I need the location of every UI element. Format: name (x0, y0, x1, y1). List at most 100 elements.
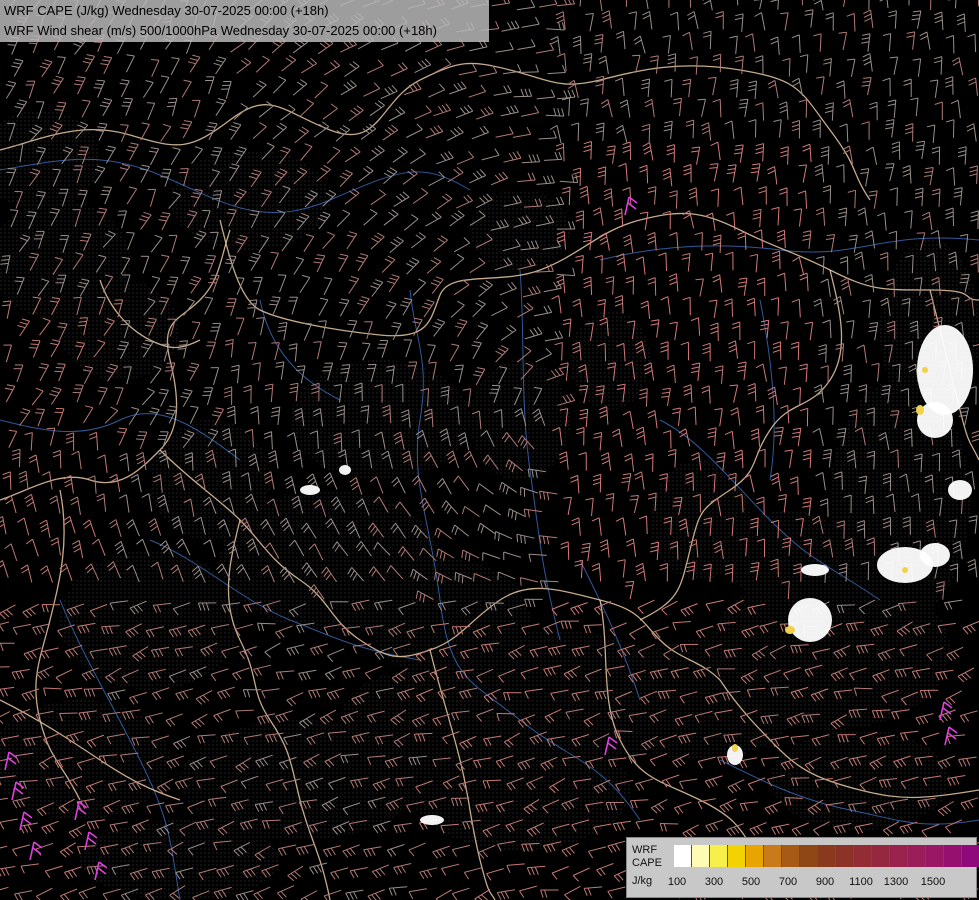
wind-barb-staff (59, 450, 62, 469)
wind-barb-staff (648, 124, 651, 143)
wind-barb-staff (865, 384, 867, 403)
wind-barb-flag (54, 370, 63, 373)
wind-barb-flag (26, 214, 35, 217)
stipple-area (470, 190, 570, 270)
wind-barb-flag (248, 342, 257, 344)
wind-barb-flag (207, 255, 216, 257)
wind-barb-flag (7, 168, 16, 170)
wind-barb-flag (697, 98, 706, 101)
wind-barb-staff (797, 342, 800, 361)
wind-barb-flag (497, 571, 499, 580)
wind-barb-staff (777, 520, 780, 539)
wind-barb-staff (234, 449, 237, 468)
wind-barb-flag (6, 171, 15, 174)
wind-barb-flag (461, 575, 464, 584)
wind-barb-staff (827, 498, 829, 517)
wind-barb-flag (124, 97, 133, 100)
wind-barb-staff (604, 343, 607, 362)
wind-barb-flag (36, 408, 45, 410)
wind-barb-flag (213, 190, 222, 192)
wind-barb-flag (249, 299, 258, 302)
wind-barb-flag (164, 370, 173, 372)
wind-barb-staff (692, 120, 695, 139)
map-canvas (0, 0, 979, 900)
wind-barb-flag (93, 87, 102, 89)
wind-barb-flag (455, 364, 464, 367)
wind-barb-flag (885, 167, 894, 169)
wind-barb-flag (228, 255, 237, 257)
wind-barb-staff (9, 471, 12, 490)
wind-barb-flag (247, 307, 256, 309)
wind-barb-flag (959, 281, 968, 284)
wind-barb-staff (579, 167, 582, 187)
wind-barb-staff (873, 537, 876, 556)
wind-barb-staff (646, 515, 648, 535)
wind-barb-flag (885, 163, 895, 165)
wind-barb-flag (961, 273, 970, 276)
wind-barb-flag (121, 105, 130, 107)
wind-barb-staff (561, 342, 563, 361)
wind-barb-flag (166, 105, 175, 108)
stipple-area (770, 730, 950, 830)
wind-barb-staff (787, 146, 789, 165)
wind-barb-flag (31, 339, 41, 342)
wind-barb-flag (14, 280, 23, 283)
wind-barb-staff (580, 36, 582, 55)
wind-barb-flag (516, 534, 519, 543)
wind-barb-staff (709, 31, 712, 50)
wind-barb-staff (744, 231, 747, 250)
wind-barb-staff (977, 254, 979, 273)
wind-barb-flag (146, 102, 155, 104)
stipple-area (60, 280, 180, 380)
wind-barb-staff (974, 34, 977, 53)
wind-barb-staff (850, 364, 852, 383)
wind-barb-staff (825, 344, 827, 363)
wind-barb-flag (212, 194, 221, 196)
wind-barb-staff (577, 122, 580, 142)
wind-barb-flag (126, 231, 135, 234)
wind-barb-flag (100, 193, 109, 196)
wind-barb-flag (347, 323, 356, 326)
wind-barb-flag (236, 277, 245, 279)
wind-barb-flag (16, 276, 25, 279)
wind-barb-flag (166, 283, 176, 286)
wind-barb-flag (271, 342, 280, 344)
wind-barb-flag (630, 495, 639, 497)
wind-barb-flag (629, 498, 638, 501)
wind-barb-flag (95, 83, 104, 86)
wind-barb-staff (646, 388, 648, 407)
wind-barb-flag (73, 296, 82, 299)
wind-barb-flag (168, 280, 177, 282)
wind-barb-flag (890, 414, 899, 416)
wind-barb-flag (631, 54, 641, 57)
wind-barb-flag (52, 168, 61, 171)
wind-barb-flag (29, 347, 38, 349)
stipple-area (570, 310, 650, 410)
wind-barb-flag (458, 573, 460, 582)
wind-barb-flag (57, 363, 66, 365)
wind-barb-flag (169, 276, 178, 278)
stipple-area (290, 360, 470, 480)
wind-barb-flag (269, 303, 278, 306)
wind-barb-flag (30, 343, 39, 345)
wind-barb-flag (205, 258, 215, 261)
wind-barb-staff (520, 71, 539, 73)
stipple-area (60, 550, 240, 690)
wind-barb-flag (204, 262, 213, 264)
wind-barb-flag (427, 344, 436, 346)
wind-barb-flag (46, 427, 55, 430)
wind-barb-flag (79, 317, 88, 319)
wind-barb-flag (101, 190, 111, 192)
wind-barb-flag (348, 319, 357, 322)
wind-barb-staff (513, 95, 532, 98)
weather-map: WRF CAPE (J/kg) Wednesday 30-07-2025 00:… (0, 0, 979, 900)
wind-barb-staff (604, 166, 607, 185)
wind-barb-flag (54, 109, 63, 111)
wind-barb-flag (96, 79, 105, 82)
stipple-area (340, 670, 500, 770)
wind-barb-flag (890, 410, 900, 412)
wind-barb-staff (917, 320, 919, 340)
wind-barb-staff (568, 187, 571, 206)
wind-barb-flag (520, 577, 522, 586)
wind-barb-staff (797, 476, 799, 495)
